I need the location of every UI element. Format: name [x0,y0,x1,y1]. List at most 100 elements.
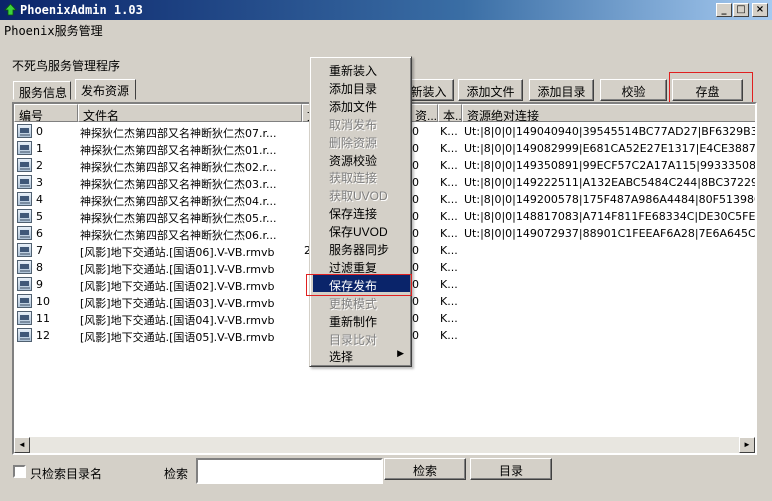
file-icon [17,260,32,274]
context-menu-item[interactable]: 过滤重复 [313,257,410,275]
cell-c6: 0 [412,329,419,342]
maximize-button[interactable]: □ [733,3,749,17]
cell-c7: K... [440,159,458,172]
context-menu-item-label: 资源校验 [329,153,378,168]
cell-c6: 0 [412,278,419,291]
scroll-left-icon[interactable]: ◄ [14,437,30,453]
menu-bar: Phoenix服务管理 [0,20,772,38]
cell-c7: K... [440,278,458,291]
tab-publish-resources[interactable]: 发布资源 [75,79,136,100]
cell-c7: K... [440,244,458,257]
cell-id: 10 [36,295,50,308]
cell-id: 9 [36,278,43,291]
context-menu-item: 删除资源 [313,132,410,150]
cell-c7: K... [440,125,458,138]
context-menu-item-label: 获取UVOD [329,189,388,204]
context-menu-item[interactable]: 资源校验 [313,150,410,168]
scroll-right-icon[interactable]: ► [739,437,755,453]
context-menu-item[interactable]: 保存连接 [313,203,410,222]
file-icon [17,175,32,189]
cell-c6: 0 [412,142,419,155]
context-menu-item[interactable]: 重新制作 [313,311,410,329]
add-file-button[interactable]: 添加文件 [458,79,523,101]
context-menu-item[interactable]: 添加文件 [313,96,410,114]
cell-c7: K... [440,295,458,308]
minimize-button[interactable]: _ [716,3,732,17]
file-icon [17,294,32,308]
cell-id: 7 [36,244,43,257]
cell-c7: K... [440,176,458,189]
column-header-id[interactable]: 编号 [14,104,78,122]
cell-id: 1 [36,142,43,155]
column-header-absolute-link[interactable]: 资源绝对连接 [462,104,755,122]
context-menu-item-label: 保存连接 [329,207,378,222]
search-button[interactable]: 检索 [384,458,466,480]
context-menu-item-label: 选择 [329,350,354,365]
horizontal-scrollbar[interactable]: ◄ ► [14,437,755,453]
cell-c6: 0 [412,210,419,223]
context-menu-item[interactable]: 添加目录 [313,78,410,96]
cell-c7: K... [440,261,458,274]
app-logo-icon [4,3,17,16]
title-bar[interactable]: PhoenixAdmin 1.03 _ □ × [0,0,772,20]
file-icon [17,209,32,223]
cell-link [462,293,755,310]
cell-id: 2 [36,159,43,172]
cell-c7: K... [440,142,458,155]
cell-c6: 0 [412,159,419,172]
cell-name: 神探狄仁杰第四部又名神断狄仁杰06.r... [80,229,277,242]
cell-name: [风影]地下交通站.[国语02].V-VB.rmvb [80,280,275,293]
context-menu-item: 获取连接 [313,167,410,186]
context-menu-item-label: 获取连接 [329,171,378,186]
cell-link: Ut:|8|0|0|149072937|88901C1FEEAF6A28|7E6… [464,227,756,240]
cell-link: Ut:|8|0|0|148817083|A714F811FE68334C|DE3… [464,210,756,223]
cell-name: [风影]地下交通站.[国语06].V-VB.rmvb [80,246,275,259]
search-dirname-only-checkbox[interactable] [13,465,26,478]
cell-id: 12 [36,329,50,342]
context-menu-item-label: 服务器同步 [329,243,390,257]
context-menu-item-label: 保存发布 [329,278,378,293]
window-title: PhoenixAdmin 1.03 [20,3,143,17]
close-button[interactable]: × [752,3,768,17]
cell-c6: 0 [412,176,419,189]
context-menu-item[interactable]: 重新装入 [313,60,410,78]
cell-id: 0 [36,125,43,138]
file-icon [17,328,32,342]
verify-button[interactable]: 校验 [600,79,667,101]
cell-c6: 0 [412,261,419,274]
cell-name: [风影]地下交通站.[国语04].V-VB.rmvb [80,314,275,327]
cell-id: 3 [36,176,43,189]
column-header-local[interactable]: 本... [438,104,462,122]
context-menu-item-label: 删除资源 [329,135,378,150]
add-directory-button[interactable]: 添加目录 [529,79,594,101]
directory-button[interactable]: 目录 [470,458,552,480]
column-header-filename[interactable]: 文件名 [78,104,302,122]
context-menu-item-label: 保存UVOD [329,225,388,240]
cell-c6: 0 [412,244,419,257]
context-menu-item-label: 添加文件 [329,99,378,114]
file-icon [17,311,32,325]
save-button[interactable]: 存盘 [672,79,743,101]
app-label: 不死鸟服务管理程序 [12,59,121,73]
context-menu-item[interactable]: 保存发布 [313,274,410,293]
cell-name: [风影]地下交通站.[国语01].V-VB.rmvb [80,263,275,276]
search-label: 检索 [164,467,189,481]
context-menu-item-label: 过滤重复 [329,260,378,275]
column-header-resource[interactable]: 资... [410,104,438,122]
cell-c6: 0 [412,193,419,206]
cell-link [462,310,755,327]
cell-id: 5 [36,210,43,223]
cell-id: 6 [36,227,43,240]
menu-phoenix-service[interactable]: Phoenix服务管理 [4,22,103,39]
context-menu-item[interactable]: 选择 ▶ [313,346,410,365]
search-dirname-only-label: 只检索目录名 [30,467,103,481]
cell-c7: K... [440,227,458,240]
cell-link: Ut:|8|0|0|149082999|E681CA52E27E1317|E4C… [464,142,756,155]
tab-service-info[interactable]: 服务信息 [13,81,71,100]
search-input[interactable] [196,458,383,484]
context-menu-item[interactable]: 服务器同步 [313,239,410,257]
context-menu-item: 目录比对 [313,329,410,347]
context-menu-item[interactable]: 保存UVOD [313,221,410,240]
cell-link [462,259,755,276]
context-menu-item-label: 取消发布 [329,117,378,132]
